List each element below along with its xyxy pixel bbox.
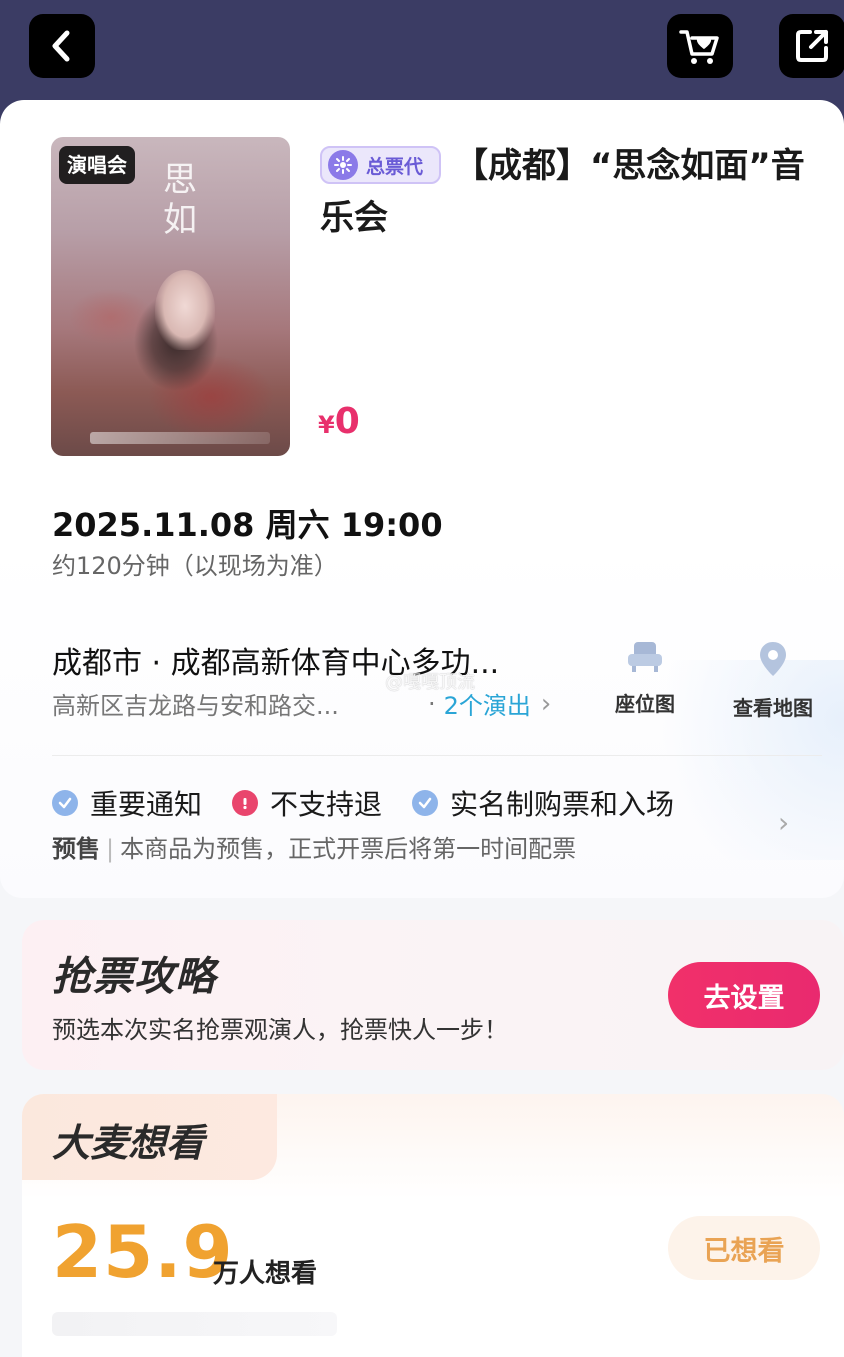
location-pin-icon [760, 642, 786, 676]
presale-separator: | [106, 835, 115, 863]
strategy-title: 抢票攻略 [52, 954, 216, 1000]
cart-button[interactable] [667, 14, 733, 78]
check-badge-icon [412, 790, 439, 816]
cart-heart-icon [679, 30, 719, 64]
event-duration: 约120分钟（以现场为准） [52, 552, 338, 580]
price-value: 0 [334, 401, 360, 442]
back-button[interactable] [29, 14, 95, 78]
presale-text: 本商品为预售，正式开票后将第一时间配票 [120, 835, 577, 863]
blurred-content [52, 1312, 337, 1336]
share-icon [796, 30, 828, 62]
divider [52, 755, 822, 756]
notice-no-refund: 不支持退 [232, 783, 382, 823]
share-button[interactable] [779, 14, 844, 78]
view-map-button[interactable]: 查看地图 [718, 640, 828, 721]
alert-icon [232, 790, 259, 816]
notice-row[interactable]: 重要通知 不支持退 实名制购票和入场 [52, 783, 704, 823]
seat-map-label: 座位图 [615, 692, 675, 716]
notice-important: 重要通知 [52, 783, 202, 823]
chevron-right-icon[interactable]: › [778, 806, 789, 839]
view-map-label: 查看地图 [733, 696, 813, 720]
wanted-button[interactable]: 已想看 [668, 1216, 820, 1280]
want-unit: 万人想看 [213, 1259, 318, 1289]
price-symbol: ¥ [318, 411, 335, 439]
presale-info: 预售 | 本商品为预售，正式开票后将第一时间配票 [52, 829, 576, 864]
agent-badge-label: 总票代 [366, 155, 424, 178]
agent-badge: 总票代 [320, 146, 441, 184]
notice-label: 不支持退 [270, 788, 383, 821]
event-datetime: 2025.11.08 周六 19:00 [52, 506, 443, 544]
notice-label: 实名制购票和入场 [450, 788, 675, 821]
check-badge-icon [52, 790, 78, 816]
chevron-right-icon: › [540, 688, 552, 719]
watermark: @嘎嘎顶流 [385, 672, 475, 693]
category-tag: 演唱会 [59, 146, 135, 184]
poster-title-art: 思如 [163, 160, 197, 240]
seat-icon [628, 642, 662, 672]
presale-tag: 预售 [52, 835, 100, 863]
seat-map-button[interactable]: 座位图 [590, 640, 700, 717]
notice-label: 重要通知 [90, 788, 203, 821]
venue-address[interactable]: 高新区吉龙路与安和路交... [52, 686, 339, 721]
poster-portrait [155, 270, 215, 350]
notice-real-name: 实名制购票和入场 [412, 783, 674, 823]
poster-footer [90, 432, 270, 444]
want-count: 25.9 [52, 1210, 234, 1294]
setup-button[interactable]: 去设置 [668, 962, 820, 1028]
agent-logo-icon [328, 150, 358, 180]
chevron-left-icon [52, 30, 70, 62]
strategy-description: 预选本次实名抢票观演人，抢票快人一步！ [52, 1016, 508, 1044]
want-title: 大麦想看 [52, 1121, 205, 1165]
price: ¥0 [318, 401, 360, 442]
